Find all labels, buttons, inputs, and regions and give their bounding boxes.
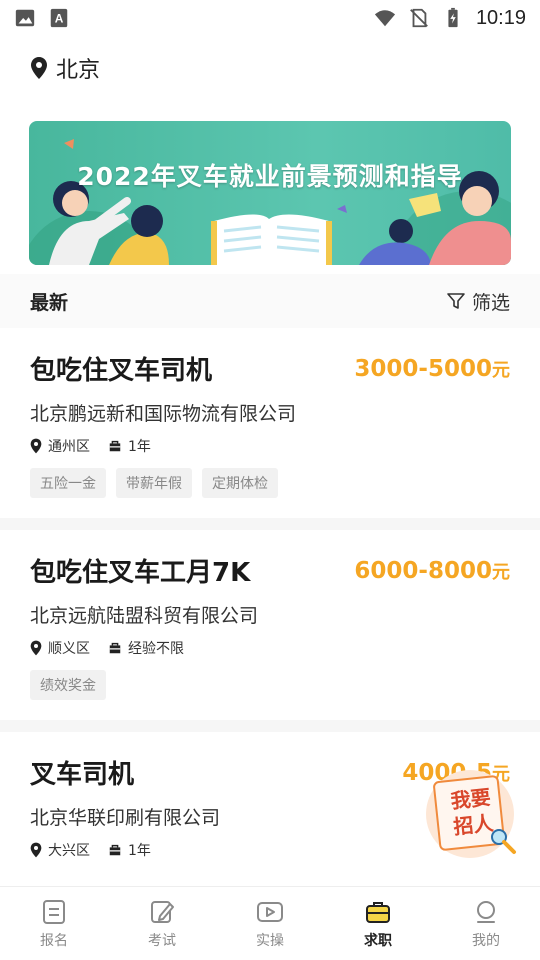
location-pin-icon — [30, 438, 42, 454]
image-icon — [15, 9, 35, 27]
clock: 10:19 — [475, 6, 526, 29]
job-salary: 3000-5000元 — [354, 356, 510, 382]
feed-header: 最新 筛选 — [0, 274, 540, 328]
job-district: 通州区 — [30, 436, 90, 456]
job-tags: 绩效奖金 — [30, 670, 510, 700]
salary-range: 6000-8000 — [354, 558, 492, 584]
filter-icon — [447, 293, 465, 309]
location-city: 北京 — [56, 58, 101, 83]
experience-label: 1年 — [128, 439, 151, 455]
district-label: 大兴区 — [48, 843, 90, 859]
location-pin-icon — [30, 842, 42, 858]
divider — [0, 518, 540, 530]
salary-unit: 元 — [492, 562, 510, 583]
banner-illustration — [29, 139, 511, 265]
job-tag: 五险一金 — [30, 468, 106, 498]
experience-icon — [109, 844, 121, 856]
profile-icon — [477, 900, 495, 923]
tab-label: 实操 — [256, 932, 284, 949]
text-a-icon: A — [50, 8, 68, 28]
form-icon — [43, 899, 65, 924]
status-bar: A 10:19 — [0, 0, 540, 36]
job-experience: 1年 — [108, 840, 151, 860]
salary-unit: 元 — [492, 360, 510, 381]
job-company: 北京鹏远新和国际物流有限公司 — [30, 403, 297, 425]
briefcase-icon — [366, 901, 390, 923]
location-pin-icon — [30, 640, 42, 656]
job-experience: 经验不限 — [108, 638, 184, 658]
tab-label: 求职 — [364, 932, 392, 949]
job-tags: 五险一金 带薪年假 定期体检 — [30, 468, 510, 498]
experience-label: 1年 — [128, 843, 151, 859]
job-experience: 1年 — [108, 436, 151, 456]
experience-label: 经验不限 — [128, 641, 184, 657]
wifi-icon — [374, 10, 396, 27]
play-icon — [257, 901, 283, 922]
job-district: 顺义区 — [30, 638, 90, 658]
tab-signup[interactable]: 报名 — [0, 887, 108, 960]
district-label: 顺义区 — [48, 641, 90, 657]
tab-exam[interactable]: 考试 — [108, 887, 216, 960]
experience-icon — [109, 642, 121, 654]
job-tag: 定期体检 — [202, 468, 278, 498]
job-company: 北京远航陆盟科贸有限公司 — [30, 605, 259, 627]
salary-range: 3000-5000 — [354, 356, 492, 382]
job-tag: 带薪年假 — [116, 468, 192, 498]
job-district: 大兴区 — [30, 840, 90, 860]
filter-label: 筛选 — [471, 291, 510, 314]
pencil-icon — [151, 900, 174, 923]
promo-banner[interactable]: 2022年叉车就业前景预测和指导 — [29, 121, 511, 265]
job-meta: 顺义区 经验不限 — [30, 638, 510, 658]
location-selector[interactable]: 北京 — [30, 52, 100, 84]
job-card[interactable]: 包吃住叉车司机 3000-5000元 北京鹏远新和国际物流有限公司 通州区 1年… — [0, 328, 540, 518]
bottom-tab-bar: 报名 考试 实操 求职 我的 — [0, 886, 540, 960]
tab-jobs[interactable]: 求职 — [324, 887, 432, 960]
experience-icon — [109, 440, 121, 452]
filter-button[interactable]: 筛选 — [446, 288, 510, 315]
divider — [0, 720, 540, 732]
job-salary: 6000-8000元 — [354, 558, 510, 584]
tab-label: 报名 — [40, 932, 68, 949]
no-sim-icon — [410, 8, 428, 28]
tab-profile[interactable]: 我的 — [432, 887, 540, 960]
district-label: 通州区 — [48, 439, 90, 455]
job-card[interactable]: 包吃住叉车工月7K 6000-8000元 北京远航陆盟科贸有限公司 顺义区 经验… — [0, 530, 540, 720]
banner-title: 2022年叉车就业前景预测和指导 — [77, 162, 463, 191]
tab-label: 考试 — [148, 932, 176, 949]
tab-practice[interactable]: 实操 — [216, 887, 324, 960]
battery-charging-icon — [448, 7, 458, 28]
job-meta: 通州区 1年 — [30, 436, 510, 456]
feed-title: 最新 — [30, 291, 69, 314]
job-tag: 绩效奖金 — [30, 670, 106, 700]
tab-label: 我的 — [472, 932, 500, 949]
recruit-fab-button[interactable]: 我要 招人 — [416, 764, 520, 862]
location-pin-icon — [31, 57, 47, 79]
magnifier-icon — [491, 829, 516, 854]
svg-text:A: A — [55, 12, 64, 26]
